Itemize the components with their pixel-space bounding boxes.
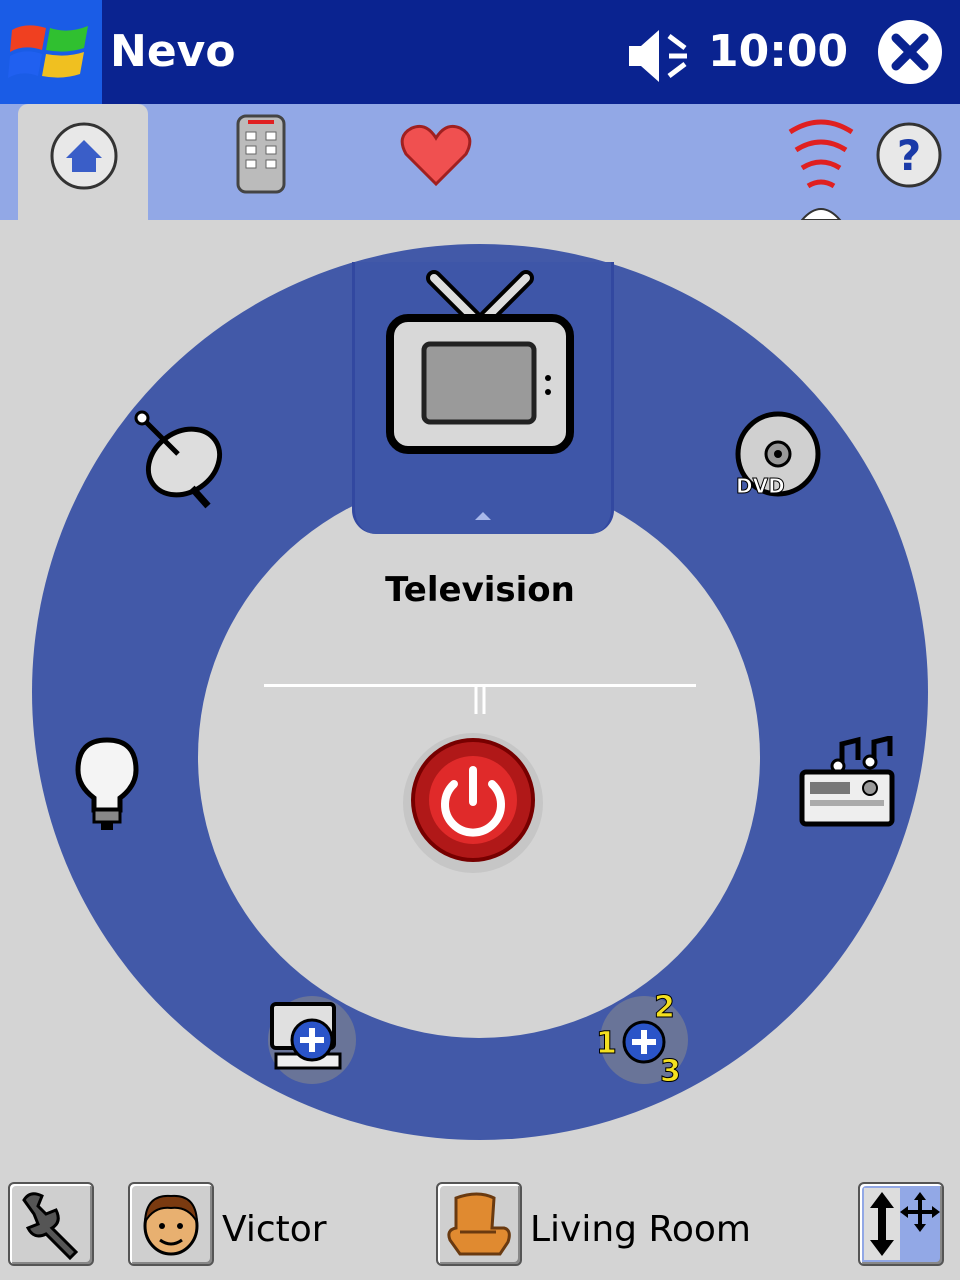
tab-remote[interactable] bbox=[226, 112, 296, 196]
svg-text:?: ? bbox=[897, 131, 921, 180]
power-button[interactable] bbox=[398, 728, 548, 878]
close-x-icon bbox=[878, 20, 942, 84]
activity-number-2: 2 bbox=[654, 990, 676, 1026]
user-button[interactable] bbox=[128, 1182, 214, 1266]
divider-handle[interactable] bbox=[470, 684, 490, 716]
stereo-receiver-icon bbox=[799, 734, 895, 827]
device-lights[interactable] bbox=[74, 736, 140, 832]
app-title: Nevo bbox=[110, 26, 236, 77]
home-icon bbox=[50, 122, 118, 190]
close-button[interactable] bbox=[876, 18, 944, 86]
add-device-icon bbox=[268, 996, 356, 1084]
user-face-icon bbox=[143, 1194, 199, 1256]
start-button[interactable] bbox=[0, 0, 102, 104]
room-name[interactable]: Living Room bbox=[530, 1204, 751, 1256]
add-activity-button[interactable]: 1 2 3 bbox=[594, 990, 694, 1090]
device-television[interactable] bbox=[384, 268, 576, 460]
help-question-icon: ? bbox=[876, 122, 942, 188]
power-icon bbox=[403, 733, 543, 873]
help-button[interactable]: ? bbox=[874, 120, 944, 190]
activity-number-3: 3 bbox=[660, 1054, 682, 1090]
room-button[interactable] bbox=[436, 1182, 522, 1266]
device-dvd[interactable]: DVD bbox=[730, 410, 822, 502]
clock[interactable]: 10:00 bbox=[708, 22, 848, 82]
tv-icon bbox=[386, 270, 574, 454]
move-arrows-icon bbox=[864, 1188, 940, 1260]
device-satellite[interactable] bbox=[132, 410, 228, 510]
remote-control-icon bbox=[236, 114, 286, 194]
device-audio[interactable] bbox=[798, 734, 898, 832]
speaker-muted-icon[interactable] bbox=[625, 26, 695, 90]
layout-button[interactable] bbox=[858, 1182, 944, 1266]
tab-home[interactable] bbox=[18, 104, 148, 222]
tab-favorites[interactable] bbox=[398, 120, 474, 190]
user-name[interactable]: Victor bbox=[222, 1204, 327, 1256]
satellite-dish-icon bbox=[134, 410, 223, 509]
selected-device-label: Television bbox=[385, 570, 575, 610]
dvd-badge: DVD bbox=[736, 474, 786, 499]
light-bulb-icon bbox=[75, 737, 139, 830]
heart-icon bbox=[400, 124, 472, 187]
wrench-icon bbox=[22, 1192, 79, 1261]
armchair-icon bbox=[447, 1192, 511, 1256]
add-device-button[interactable] bbox=[262, 994, 360, 1086]
activity-number-1: 1 bbox=[596, 1026, 618, 1062]
windows-flag-icon bbox=[8, 25, 88, 78]
ir-signal-icon bbox=[784, 114, 858, 221]
settings-button[interactable] bbox=[8, 1182, 94, 1266]
